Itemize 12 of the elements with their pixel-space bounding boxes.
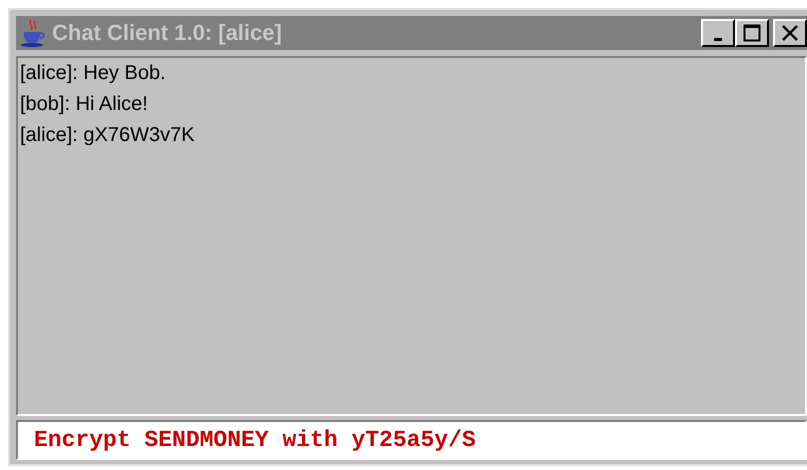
coffee-cup-icon — [20, 18, 46, 48]
window-title: Chat Client 1.0: [alice] — [52, 20, 282, 46]
minimize-button[interactable] — [701, 19, 735, 47]
minimize-icon — [714, 38, 722, 40]
chat-message: [alice]: Hey Bob. — [20, 62, 167, 85]
message-input-field[interactable]: Encrypt SENDMONEY with yT25a5y/S — [16, 420, 807, 460]
maximize-icon — [743, 24, 761, 42]
chat-message: [bob]: Hi Alice! — [20, 93, 149, 116]
close-button[interactable] — [773, 19, 807, 47]
close-icon — [781, 24, 799, 42]
chat-message: [alice]: gX76W3v7K — [20, 124, 196, 147]
maximize-button[interactable] — [735, 19, 769, 47]
